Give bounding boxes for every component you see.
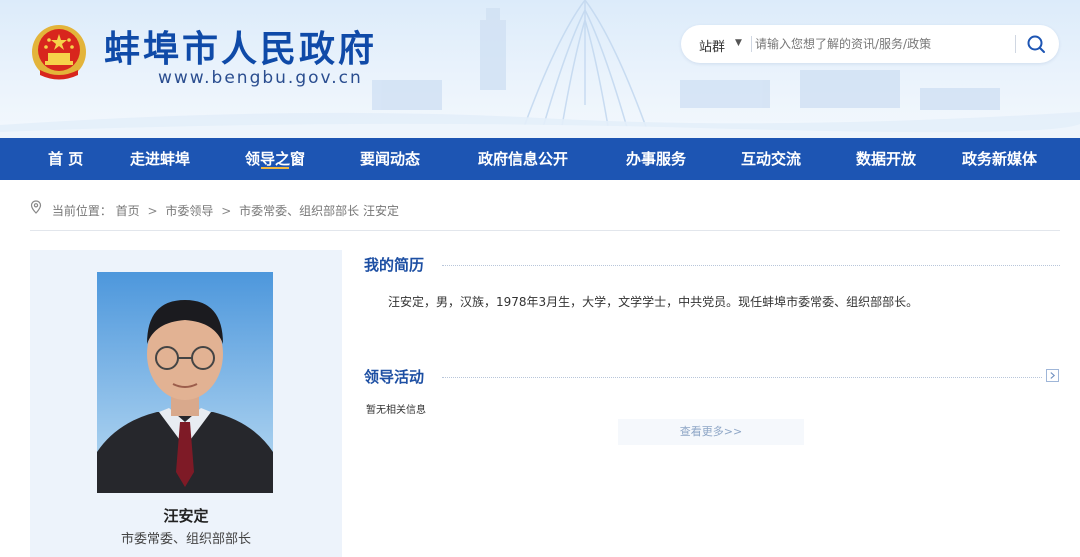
profile-card: 汪安定 市委常委、组织部部长 [30,250,342,557]
search-scope-select[interactable]: 站群 [699,36,725,55]
breadcrumb-link-party-leaders[interactable]: 市委领导 [165,202,213,219]
breadcrumb-divider [30,230,1060,231]
caret-down-icon[interactable]: ▼ [735,38,742,48]
search-input[interactable] [755,31,1017,57]
nav-item-new-media[interactable]: 政务新媒体 [962,138,1037,180]
leader-position: 市委常委、组织部部长 [120,532,251,547]
chevron-right-icon[interactable] [1046,369,1059,382]
search-separator [751,36,752,52]
search-icon[interactable] [1025,33,1047,55]
national-emblem-icon [32,25,86,80]
leader-name: 汪安定 [163,507,209,525]
nav-item-about-bengbu[interactable]: 走进蚌埠 [130,138,190,180]
breadcrumb-link-home[interactable]: 首页 [116,202,140,219]
breadcrumb-prefix: 当前位置： [51,204,112,218]
site-header: 蚌埠市人民政府 www.bengbu.gov.cn 站群 ▼ [0,0,1080,138]
leader-portrait [97,272,273,493]
nav-item-leaders[interactable]: 领导之窗 [245,138,305,180]
nav-item-open-data[interactable]: 数据开放 [856,138,916,180]
section-divider [442,265,1060,266]
main-nav: 首 页 走进蚌埠 领导之窗 要闻动态 政府信息公开 办事服务 互动交流 数据开放… [0,138,1080,180]
activities-empty-note: 暂无相关信息 [366,405,426,416]
section-divider [442,377,1042,378]
nav-item-gov-info[interactable]: 政府信息公开 [478,138,568,180]
nav-item-services[interactable]: 办事服务 [626,138,686,180]
resume-text: 汪安定，男，汉族，1978年3月生，大学，文学学士，中共党员。现任蚌埠市委常委、… [388,295,919,309]
breadcrumb-separator: > [147,203,158,218]
site-title: 蚌埠市人民政府 [104,29,378,70]
search-bar: 站群 ▼ [681,25,1059,63]
view-more-link[interactable]: 查看更多>> [618,419,804,445]
nav-item-home[interactable]: 首 页 [48,138,83,180]
site-url: www.bengbu.gov.cn [158,68,363,88]
breadcrumb-separator: > [221,203,232,218]
search-separator [1015,35,1016,53]
nav-item-interaction[interactable]: 互动交流 [741,138,801,180]
resume-heading: 我的简历 [364,256,425,274]
nav-item-news[interactable]: 要闻动态 [360,138,420,180]
breadcrumb: 当前位置： 首页 > 市委领导 > 市委常委、组织部部长 汪安定 [30,200,399,219]
breadcrumb-current: 市委常委、组织部部长 汪安定 [239,204,399,218]
location-pin-icon [30,200,42,214]
activities-heading: 领导活动 [364,368,425,386]
